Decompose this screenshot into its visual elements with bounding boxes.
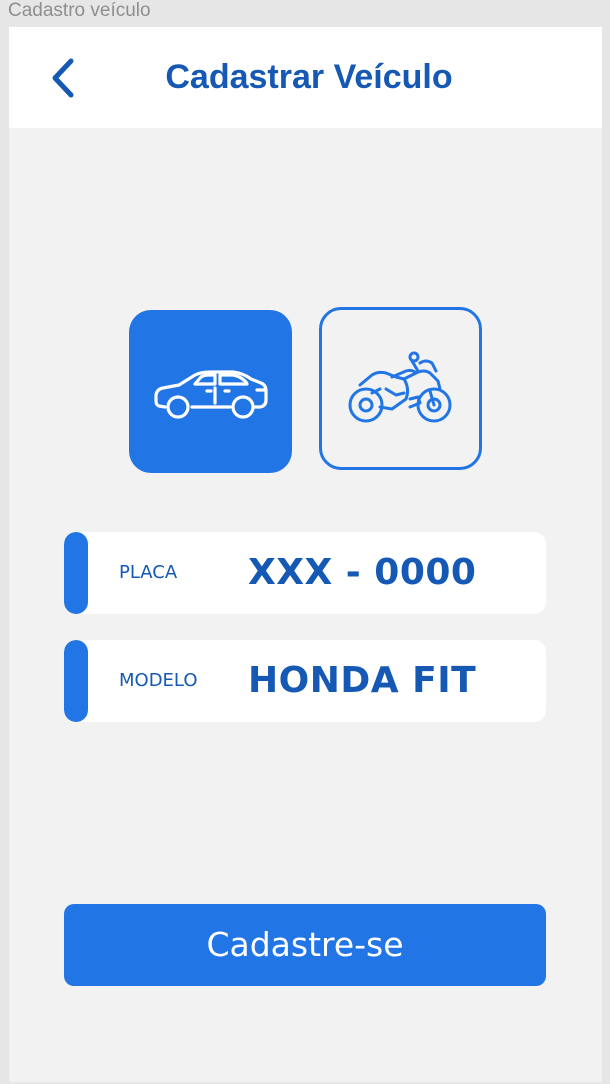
submit-button[interactable]: Cadastre-se	[64, 904, 546, 986]
model-label: MODELO	[119, 670, 198, 691]
plate-label: PLACA	[119, 562, 178, 583]
vehicle-type-car-button[interactable]	[129, 310, 292, 473]
model-field[interactable]: MODELO HONDA FIT	[64, 640, 546, 722]
page-title: Cadastrar Veículo	[165, 58, 453, 96]
frame-label: Cadastro veículo	[8, 0, 151, 21]
register-vehicle-screen: Cadastrar Veículo PLACA XXX - 0000 MODEL…	[9, 27, 602, 1082]
vehicle-type-motorcycle-button[interactable]	[319, 307, 482, 470]
plate-field-accent-bar	[64, 532, 88, 614]
car-icon	[153, 369, 268, 419]
plate-input[interactable]: XXX - 0000	[248, 532, 476, 614]
model-input[interactable]: HONDA FIT	[248, 640, 476, 722]
header: Cadastrar Veículo	[9, 27, 602, 128]
plate-field[interactable]: PLACA XXX - 0000	[64, 532, 546, 614]
model-field-accent-bar	[64, 640, 88, 722]
motorcycle-icon	[348, 351, 451, 422]
